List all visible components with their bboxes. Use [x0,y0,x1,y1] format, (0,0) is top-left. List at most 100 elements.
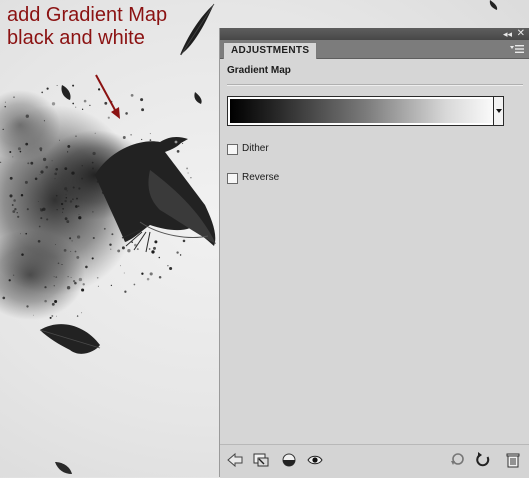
particle [72,186,75,189]
particle [45,165,48,169]
particle [14,208,17,211]
particle [75,205,78,208]
particle [110,248,112,250]
panel-title-bar[interactable]: ◂◂ ✕ [220,28,529,40]
clip-to-layer-icon[interactable] [252,451,270,469]
close-icon[interactable]: ✕ [517,28,525,40]
particle [9,176,13,180]
gradient-picker[interactable] [227,96,503,126]
particle [78,216,82,220]
particle [141,108,145,112]
dither-checkbox[interactable] [227,143,238,155]
particle [55,194,58,197]
particle [91,257,94,260]
particle [41,91,44,94]
particle [81,108,84,110]
particle [64,217,68,221]
particle [78,187,81,190]
trash-icon[interactable] [504,451,522,469]
particle [40,170,44,174]
particle [69,200,73,203]
particle [64,187,68,191]
particle [56,85,58,87]
particle [40,217,43,220]
reverse-checkbox[interactable] [227,172,238,184]
particle [39,147,43,151]
gradient-dropdown-button[interactable] [493,96,504,126]
view-previous-state-icon[interactable] [448,451,466,469]
particle [71,171,75,175]
particle [167,265,169,267]
particle [97,88,101,91]
particle [54,299,58,304]
feather-mid [39,324,101,354]
particle [51,302,55,306]
panel-menu-icon[interactable] [510,44,524,54]
particle [107,116,110,119]
particle [66,220,70,224]
particle [17,215,20,218]
back-arrow-icon[interactable] [226,451,244,469]
particle [75,106,77,108]
collapse-icon[interactable]: ◂◂ [503,28,512,40]
particle [69,237,72,240]
particle [127,249,131,253]
particle [2,296,6,300]
particle [21,253,24,256]
particle [67,151,69,153]
annotation-arrow [95,74,120,119]
panel-bottom-toolbar [220,444,529,478]
particle [76,197,78,200]
particle [89,104,91,107]
particle [72,279,76,283]
particle [76,235,81,239]
particle [76,315,79,317]
eye-icon[interactable] [306,451,324,469]
particle [70,250,72,252]
particle [81,312,83,314]
particle [190,177,192,179]
particle [140,98,144,102]
particle [169,266,173,271]
particle [67,276,69,278]
particle [149,139,152,141]
particle [59,139,60,141]
particle [136,248,139,251]
tab-adjustments[interactable]: ADJUSTMENTS [223,42,318,59]
particle [20,193,24,197]
particle [154,240,158,244]
reverse-option[interactable]: Reverse [227,171,279,185]
layer-visibility-toggle-icon[interactable] [280,451,298,469]
particle [37,201,39,203]
particle [40,149,42,152]
particle [121,246,125,250]
particle [92,236,95,240]
particle [17,147,21,151]
particle [81,177,84,180]
particle [149,133,151,135]
particle [72,102,75,105]
panel-title: Gradient Map [227,65,291,76]
particle [81,288,85,292]
dither-option[interactable]: Dither [227,142,269,156]
reset-icon[interactable] [474,451,492,469]
particle [42,157,47,162]
particle [81,165,83,167]
particle [30,161,34,165]
particle [111,233,114,236]
tab-bar: ADJUSTMENTS [220,40,529,59]
particle [4,106,6,108]
particle [66,286,71,290]
particle [83,99,87,103]
reverse-label: Reverse [242,172,280,183]
particle [85,265,88,269]
annotation-text: add Gradient Map black and white [7,4,167,50]
particle [19,150,22,153]
particle [33,314,35,316]
particle [125,112,128,115]
particle [70,277,72,278]
adjustments-panel: ◂◂ ✕ ADJUSTMENTS Gradient Map Dither Rev… [219,28,529,478]
particle [61,264,63,265]
particle [186,167,189,170]
particle [119,265,121,267]
